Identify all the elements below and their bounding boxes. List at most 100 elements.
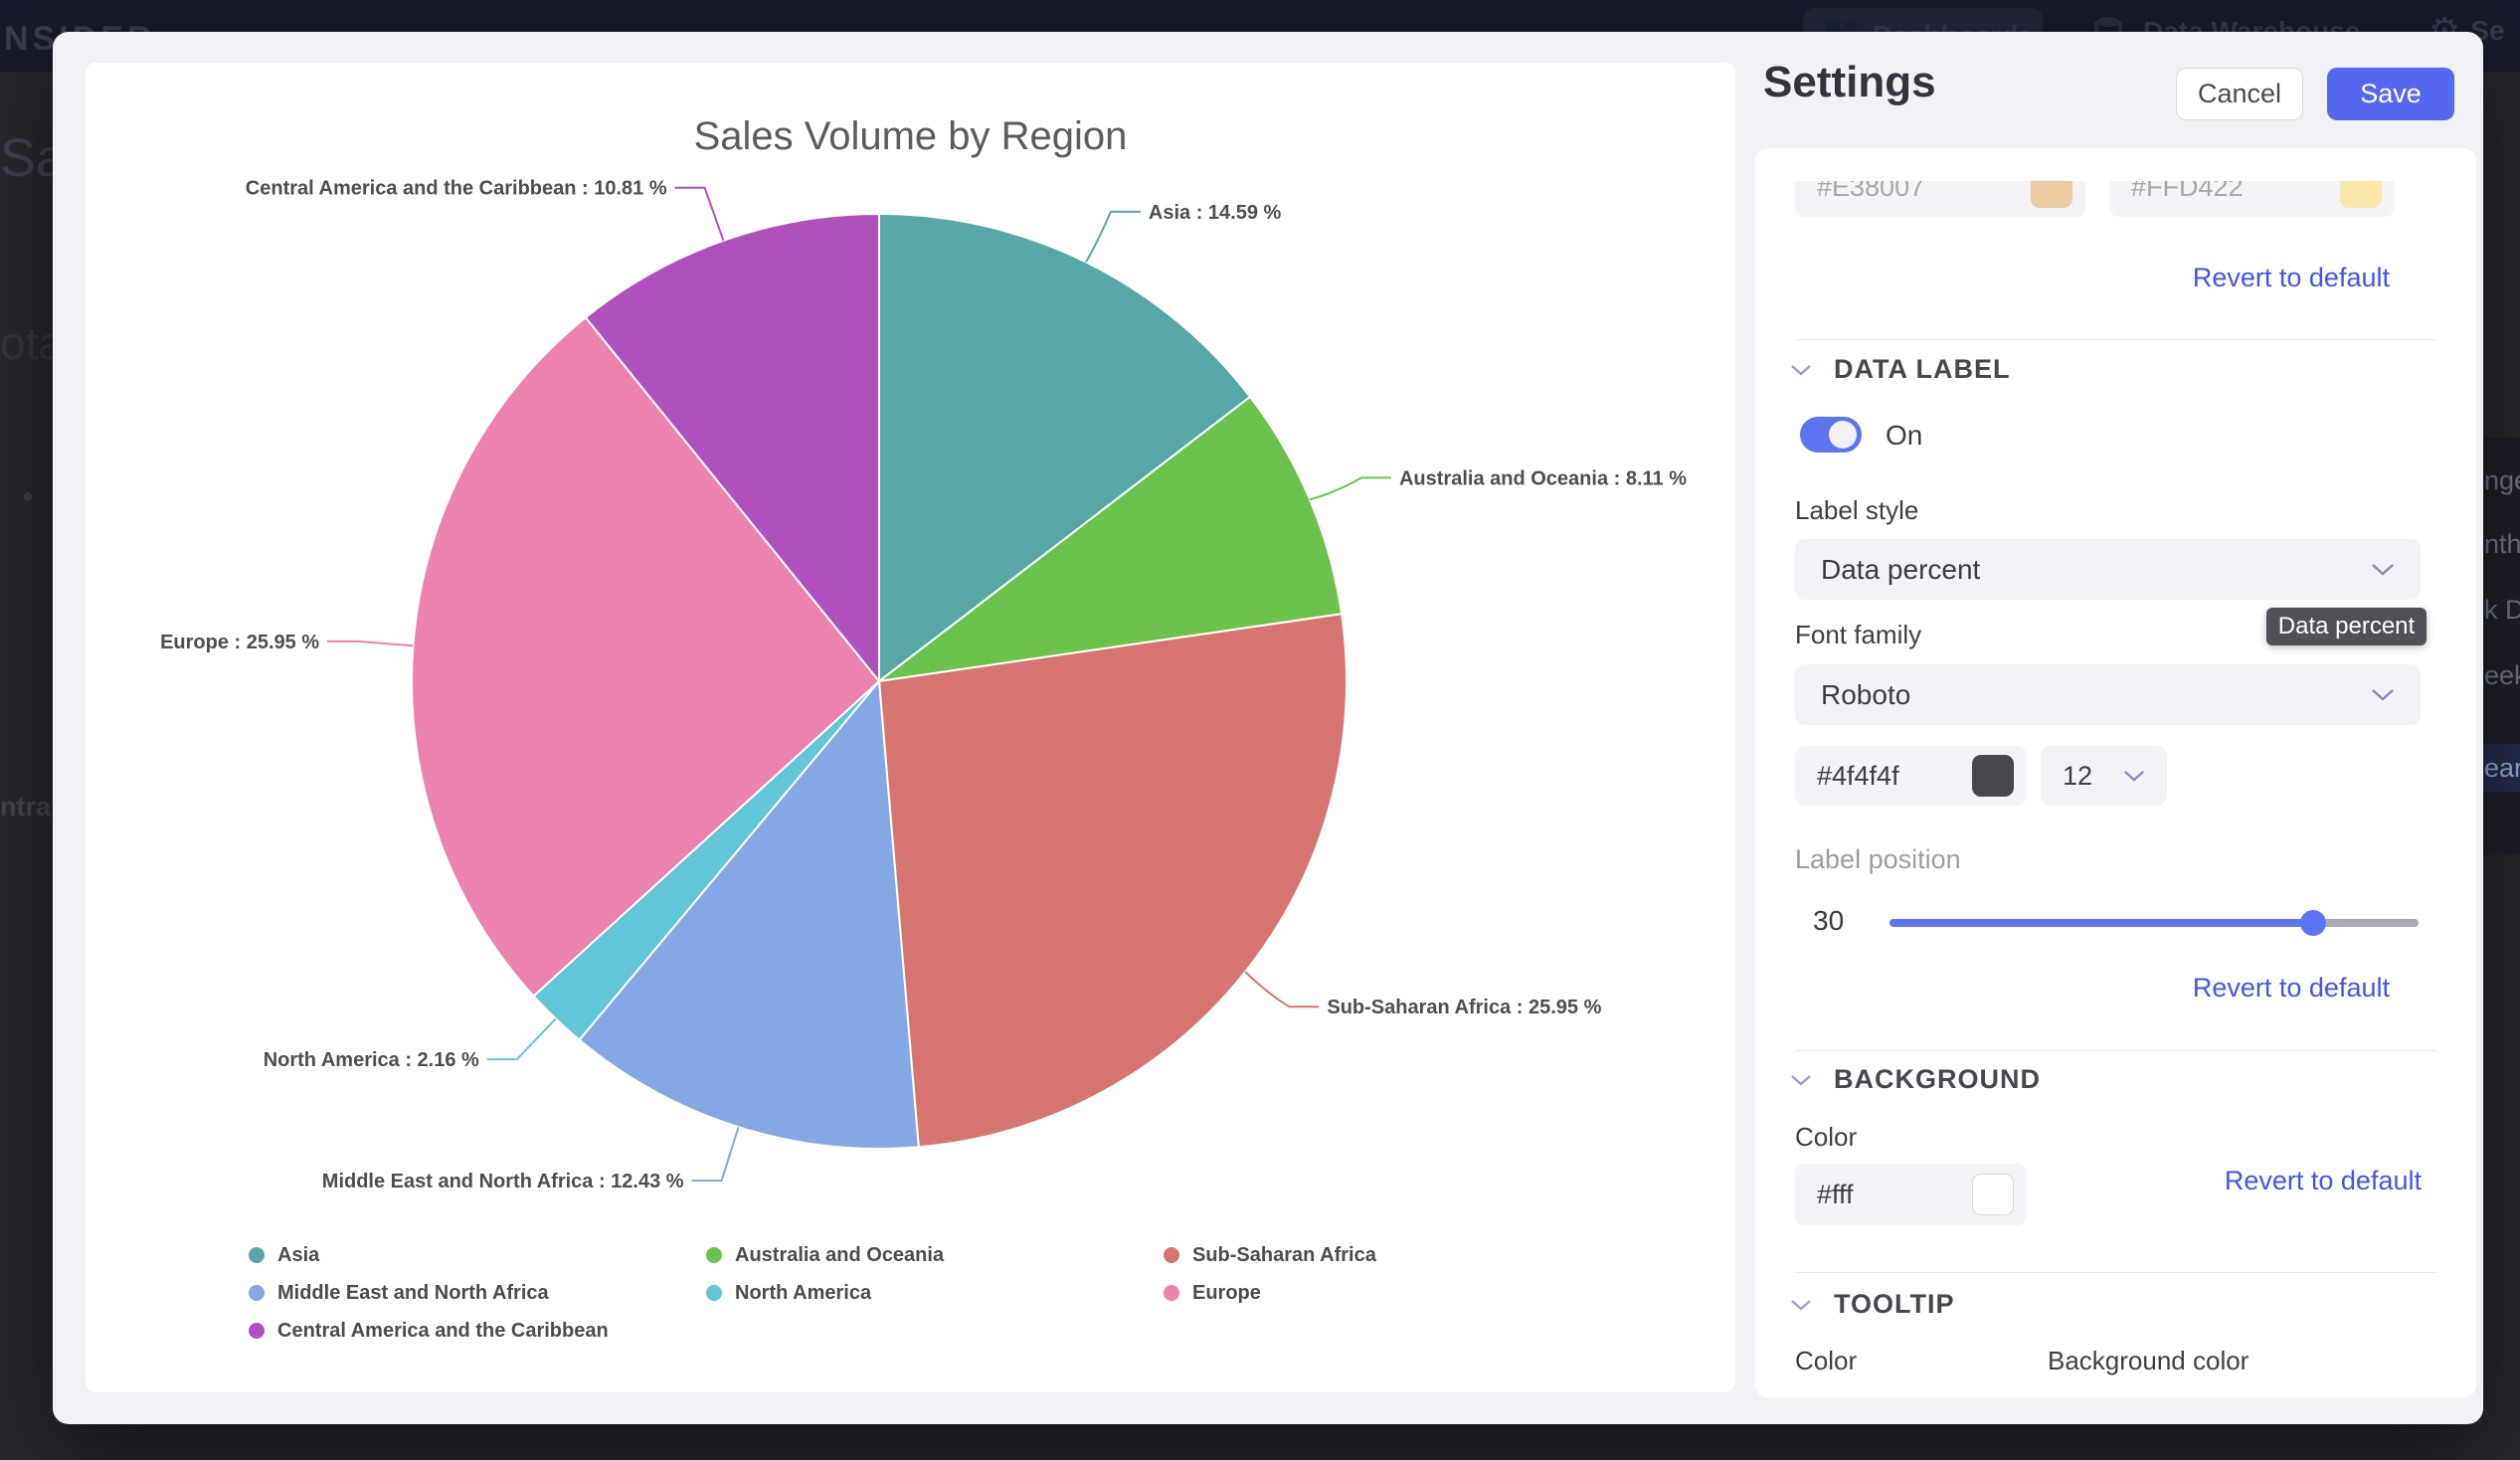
chevron-down-icon	[2123, 769, 2145, 783]
legend-swatch	[1164, 1247, 1179, 1263]
cancel-button[interactable]: Cancel	[2176, 68, 2303, 120]
bg-menu-item[interactable]: nge	[2484, 465, 2520, 496]
revert-to-default-link[interactable]: Revert to default	[2225, 1166, 2422, 1196]
pie-data-label: Sub-Saharan Africa : 25.95 %	[1327, 997, 1601, 1018]
toggle-state-label: On	[1886, 420, 1922, 452]
series-color-input-2[interactable]: #FFD422	[2109, 181, 2395, 217]
font-color-input[interactable]: #4f4f4f	[1795, 746, 2027, 806]
label-position-slider[interactable]	[1890, 919, 2419, 927]
dropdown-value-tooltip: Data percent	[2266, 608, 2427, 645]
section-divider	[1795, 1050, 2436, 1051]
legend-swatch	[706, 1247, 722, 1263]
label-leader-line	[1245, 972, 1319, 1006]
label-leader-line	[1310, 477, 1391, 499]
font-family-label: Font family	[1795, 620, 1921, 650]
bg-menu-item[interactable]: eek	[2484, 660, 2520, 691]
background-color-input[interactable]: #fff	[1795, 1164, 2027, 1225]
chevron-down-icon	[1790, 1298, 1812, 1312]
font-size-value: 12	[2063, 761, 2092, 792]
label-leader-line	[1086, 212, 1141, 263]
legend-label: Middle East and North Africa	[277, 1282, 549, 1305]
data-label-toggle[interactable]	[1800, 417, 1862, 453]
chart-legend: Australia and Oceania North America	[706, 1244, 944, 1304]
color-swatch-1[interactable]	[2031, 181, 2072, 208]
background-color-label: Color	[1795, 1122, 1857, 1153]
bg-menu-item-selected[interactable]: ear	[2480, 744, 2520, 792]
series-color-input-1[interactable]: #E38007	[1795, 181, 2085, 217]
tooltip-bg-color-label: Background color	[2048, 1346, 2249, 1376]
legend-item[interactable]: Middle East and North Africa	[249, 1282, 609, 1304]
legend-swatch	[706, 1285, 722, 1301]
bg-menu-item[interactable]: k D	[2484, 595, 2520, 626]
chevron-down-icon	[2371, 562, 2395, 577]
legend-item[interactable]: Asia	[249, 1244, 609, 1266]
legend-label: Europe	[1192, 1282, 1261, 1305]
settings-modal: Sales Volume by Region Asia : 14.59 %Aus…	[53, 32, 2483, 1424]
label-leader-line	[692, 1127, 739, 1181]
font-family-dropdown[interactable]: Roboto	[1795, 664, 2421, 725]
chart-legend: Sub-Saharan Africa Europe	[1164, 1244, 1376, 1304]
label-position-label: Label position	[1795, 844, 1961, 875]
legend-label: North America	[735, 1282, 871, 1305]
bg-label-fragment: ntral	[0, 792, 59, 822]
section-title: TOOLTIP	[1834, 1289, 1955, 1320]
font-color-value: #4f4f4f	[1817, 761, 1899, 792]
tooltip-section-header[interactable]: TOOLTIP	[1790, 1289, 1955, 1320]
legend-swatch	[1164, 1285, 1179, 1301]
chart-card: Sales Volume by Region Asia : 14.59 %Aus…	[86, 63, 1735, 1392]
legend-label: Australia and Oceania	[735, 1244, 944, 1267]
legend-swatch	[249, 1285, 265, 1301]
tooltip-color-label: Color	[1795, 1346, 1857, 1376]
data-label-section-header[interactable]: DATA LABEL	[1790, 354, 2010, 385]
toggle-knob	[1829, 421, 1857, 449]
settings-card: #E38007 #FFD422 Revert to default DATA L…	[1755, 148, 2476, 1397]
pie-data-label: North America : 2.16 %	[264, 1049, 479, 1071]
label-leader-line	[487, 1018, 556, 1059]
legend-item[interactable]: Australia and Oceania	[706, 1244, 944, 1266]
legend-swatch	[249, 1323, 265, 1339]
color-value-2: #FFD422	[2131, 181, 2244, 203]
slider-fill	[1890, 919, 2313, 927]
bg-bullet-fragment: ●	[22, 485, 34, 508]
slider-thumb[interactable]	[2300, 910, 2326, 936]
bg-menu-item[interactable]: nth	[2484, 529, 2520, 560]
legend-item[interactable]: Sub-Saharan Africa	[1164, 1244, 1376, 1266]
legend-swatch	[249, 1247, 265, 1263]
font-size-select[interactable]: 12	[2041, 746, 2167, 806]
label-position-value: 30	[1813, 905, 1844, 937]
section-divider	[1795, 1272, 2436, 1273]
font-family-value: Roboto	[1821, 679, 1910, 711]
font-color-swatch[interactable]	[1972, 755, 2014, 797]
legend-item[interactable]: Europe	[1164, 1282, 1376, 1304]
save-button[interactable]: Save	[2327, 68, 2454, 120]
legend-label: Central America and the Caribbean	[277, 1320, 609, 1343]
revert-to-default-link[interactable]: Revert to default	[2193, 263, 2390, 293]
background-section-header[interactable]: BACKGROUND	[1790, 1064, 2041, 1095]
section-title: DATA LABEL	[1834, 354, 2010, 385]
label-style-label: Label style	[1795, 495, 1918, 526]
chevron-down-icon	[1790, 1073, 1812, 1087]
color-value-1: #E38007	[1817, 181, 1924, 203]
pie-data-label: Asia : 14.59 %	[1149, 202, 1282, 224]
background-color-swatch[interactable]	[1972, 1174, 2014, 1215]
legend-item[interactable]: North America	[706, 1282, 944, 1304]
pie-data-label: Europe : 25.95 %	[160, 632, 319, 653]
legend-label: Sub-Saharan Africa	[1192, 1244, 1376, 1267]
pie-data-label: Central America and the Caribbean : 10.8…	[246, 178, 667, 200]
legend-item[interactable]: Central America and the Caribbean	[249, 1320, 609, 1342]
chevron-down-icon	[2371, 687, 2395, 702]
section-divider	[1795, 339, 2436, 340]
label-style-dropdown[interactable]: Data percent	[1795, 539, 2421, 600]
label-leader-line	[675, 188, 724, 241]
color-swatch-2[interactable]	[2340, 181, 2382, 208]
pie-slice[interactable]	[879, 614, 1347, 1147]
revert-to-default-link[interactable]: Revert to default	[2193, 973, 2390, 1004]
pie-chart: Asia : 14.59 % Australia and Oceania : 8.…	[86, 63, 1735, 1392]
bg-dropdown-menu: nge nth k D eek ear	[2480, 438, 2520, 855]
chart-legend: Asia Middle East and North Africa Central …	[249, 1244, 609, 1342]
pie-data-label: Australia and Oceania : 8.11 %	[1399, 467, 1687, 489]
settings-panel-title: Settings	[1763, 58, 1936, 107]
label-leader-line	[327, 641, 413, 645]
section-title: BACKGROUND	[1834, 1064, 2041, 1095]
background-color-value: #fff	[1817, 1180, 1854, 1210]
